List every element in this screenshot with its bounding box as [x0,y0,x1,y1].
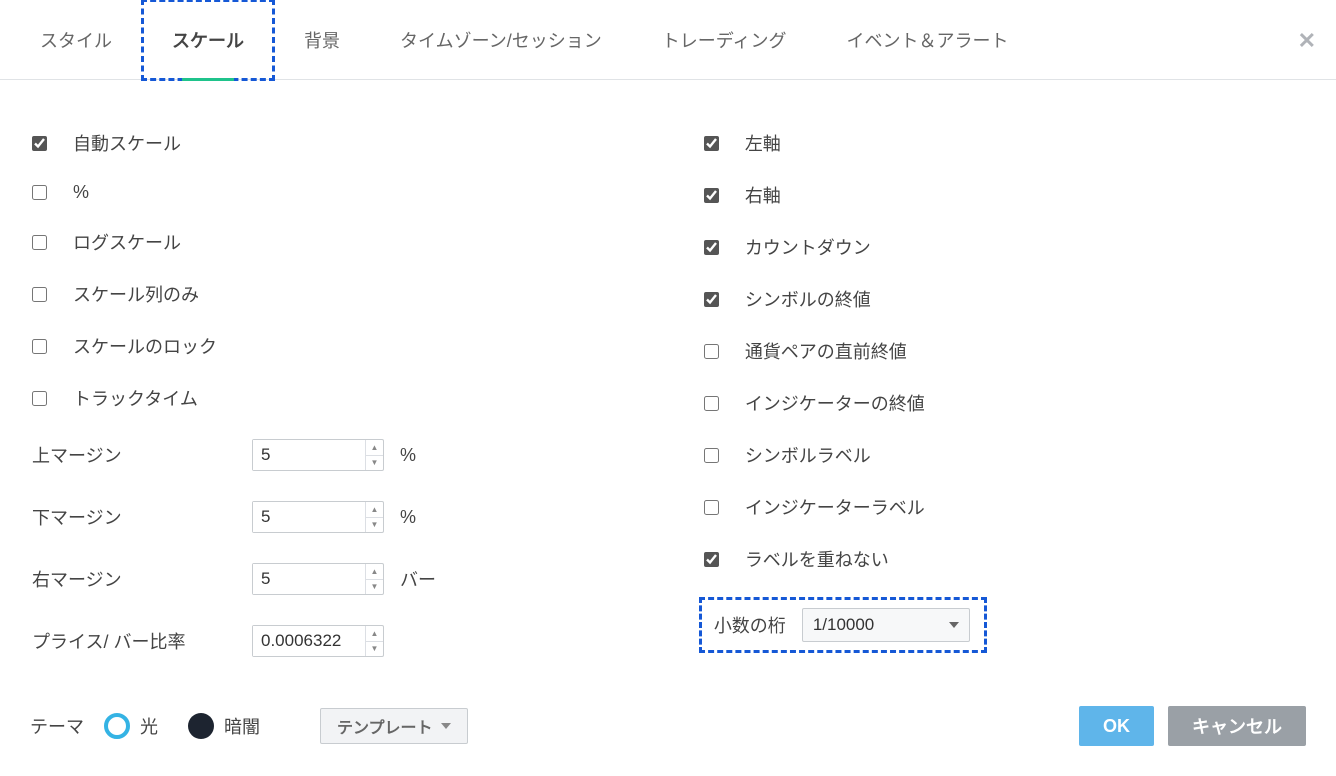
theme-label: テーマ [30,713,84,739]
tab-scale[interactable]: スケール [142,0,274,80]
bottom-margin-input[interactable] [253,502,365,532]
top-margin-row: 上マージン ▲▼ % [32,437,664,473]
theme-light-label: 光 [140,713,158,739]
price-bar-row: プライス/ バー比率 ▲▼ [32,623,664,659]
tab-background[interactable]: 背景 [274,0,370,80]
lock-scale-label: スケールのロック [73,333,217,359]
no-overlap-checkbox[interactable] [704,552,719,567]
scale-series-only-checkbox[interactable] [32,287,47,302]
pair-prev-close-checkbox[interactable] [704,344,719,359]
price-bar-input[interactable] [253,626,365,656]
footer-bar: テーマ 光 暗闇 テンプレート OK キャンセル [0,706,1336,746]
top-margin-stepper[interactable]: ▲▼ [252,439,384,471]
decimal-places-row: 小数の桁 1/10000 [704,602,982,648]
log-scale-checkbox[interactable] [32,235,47,250]
top-margin-up-icon[interactable]: ▲ [366,440,383,456]
symbol-label-label: シンボルラベル [745,442,871,468]
auto-scale-label: 自動スケール [73,130,181,156]
top-margin-down-icon[interactable]: ▼ [366,456,383,471]
content-area: 自動スケール % ログスケール スケール列のみ スケールのロック トラックタイム… [0,80,1336,659]
tab-trading[interactable]: トレーディング [632,0,817,80]
bottom-margin-stepper[interactable]: ▲▼ [252,501,384,533]
top-margin-label: 上マージン [32,442,242,468]
indicator-label-label: インジケーターラベル [745,494,925,520]
track-time-label: トラックタイム [73,385,198,411]
close-icon[interactable]: ✕ [1298,28,1316,54]
right-margin-input[interactable] [253,564,365,594]
theme-dark-label: 暗闇 [224,713,260,739]
bottom-margin-down-icon[interactable]: ▼ [366,518,383,533]
log-scale-label: ログスケール [73,229,181,255]
tabs-bar: スタイル スケール 背景 タイムゾーン/セッション トレーディング イベント＆ア… [0,0,1336,80]
symbol-last-label: シンボルの終値 [745,286,871,312]
left-column: 自動スケール % ログスケール スケール列のみ スケールのロック トラックタイム… [32,130,664,659]
bottom-margin-up-icon[interactable]: ▲ [366,502,383,518]
percent-label: % [73,182,89,203]
top-margin-input[interactable] [253,440,365,470]
left-axis-checkbox[interactable] [704,136,719,151]
lock-scale-checkbox[interactable] [32,339,47,354]
right-column: 左軸 右軸 カウントダウン シンボルの終値 通貨ペアの直前終値 インジケーターの… [674,130,1306,659]
theme-light-radio[interactable] [104,713,130,739]
countdown-checkbox[interactable] [704,240,719,255]
bottom-margin-label: 下マージン [32,504,242,530]
price-bar-down-icon[interactable]: ▼ [366,642,383,657]
caret-down-icon [441,723,451,729]
indicator-last-checkbox[interactable] [704,396,719,411]
tab-timezone[interactable]: タイムゾーン/セッション [370,0,632,80]
price-bar-up-icon[interactable]: ▲ [366,626,383,642]
tab-events[interactable]: イベント＆アラート [817,0,1039,80]
right-margin-stepper[interactable]: ▲▼ [252,563,384,595]
auto-scale-checkbox[interactable] [32,136,47,151]
right-margin-label: 右マージン [32,566,242,592]
bottom-margin-row: 下マージン ▲▼ % [32,499,664,535]
top-margin-unit: % [400,445,416,466]
symbol-label-checkbox[interactable] [704,448,719,463]
right-margin-down-icon[interactable]: ▼ [366,580,383,595]
percent-checkbox[interactable] [32,185,47,200]
decimal-places-select[interactable]: 1/10000 [802,608,970,642]
left-axis-label: 左軸 [745,130,781,156]
right-axis-label: 右軸 [745,182,781,208]
right-axis-checkbox[interactable] [704,188,719,203]
bottom-margin-unit: % [400,507,416,528]
price-bar-stepper[interactable]: ▲▼ [252,625,384,657]
theme-dark-radio[interactable] [188,713,214,739]
decimal-places-label: 小数の桁 [714,612,786,638]
right-margin-row: 右マージン ▲▼ バー [32,561,664,597]
tab-style[interactable]: スタイル [10,0,142,80]
track-time-checkbox[interactable] [32,391,47,406]
indicator-last-label: インジケーターの終値 [745,390,925,416]
right-margin-unit: バー [400,566,436,592]
right-margin-up-icon[interactable]: ▲ [366,564,383,580]
countdown-label: カウントダウン [745,234,871,260]
no-overlap-label: ラベルを重ねない [745,546,889,572]
ok-button[interactable]: OK [1079,706,1154,746]
template-button[interactable]: テンプレート [320,708,468,744]
pair-prev-close-label: 通貨ペアの直前終値 [745,338,907,364]
template-button-label: テンプレート [337,714,433,738]
decimal-places-value: 1/10000 [813,615,874,635]
cancel-button[interactable]: キャンセル [1168,706,1306,746]
indicator-label-checkbox[interactable] [704,500,719,515]
caret-down-icon [949,622,959,628]
price-bar-label: プライス/ バー比率 [32,628,242,654]
symbol-last-checkbox[interactable] [704,292,719,307]
scale-series-only-label: スケール列のみ [73,281,199,307]
